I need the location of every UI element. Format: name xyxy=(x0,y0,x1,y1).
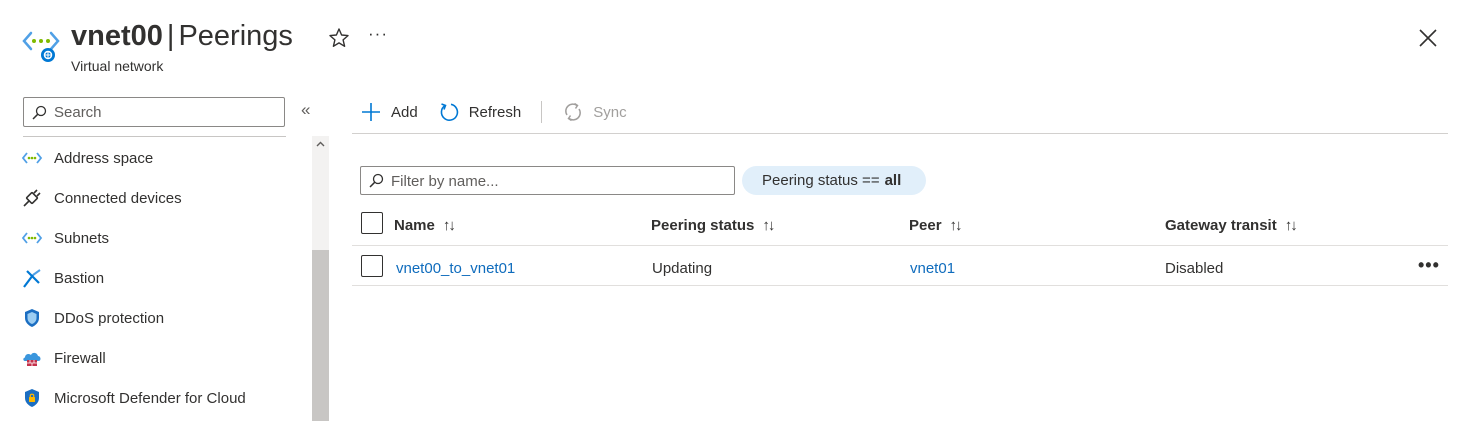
toolbar-divider xyxy=(352,133,1448,134)
search-icon xyxy=(32,105,47,120)
plug-icon xyxy=(20,186,44,210)
sidebar-item-subnets[interactable]: Subnets xyxy=(20,218,310,258)
resource-name: vnet00 xyxy=(71,20,163,52)
sidebar-item-label: Firewall xyxy=(54,349,106,367)
sidebar-item-label: Microsoft Defender for Cloud xyxy=(54,389,246,407)
peer-link[interactable]: vnet01 xyxy=(910,258,955,278)
sync-icon xyxy=(562,101,584,123)
sidebar-item-label: Address space xyxy=(54,149,154,167)
sort-icon: ↑↓ xyxy=(949,216,963,234)
sidebar-item-bastion[interactable]: Bastion xyxy=(20,258,310,298)
sidebar-item-label: Bastion xyxy=(54,269,105,287)
sync-label: Sync xyxy=(593,103,627,121)
firewall-icon xyxy=(20,346,44,370)
peering-status-cell: Updating xyxy=(652,259,713,277)
address-space-icon xyxy=(20,146,44,170)
page-title: vnet00 | Peerings xyxy=(71,18,293,54)
column-label: Peer xyxy=(909,216,942,234)
collapse-sidebar-button[interactable]: « xyxy=(301,100,310,120)
sidebar-item-label: DDoS protection xyxy=(54,309,165,327)
table-row-divider xyxy=(352,285,1448,286)
filter-input[interactable] xyxy=(391,171,721,191)
sort-icon: ↑↓ xyxy=(442,216,456,234)
scrollbar-thumb[interactable] xyxy=(312,250,329,421)
row-more-options-button[interactable]: ••• xyxy=(1418,255,1440,276)
sort-icon: ↑↓ xyxy=(1284,216,1298,234)
sidebar-item-label: Subnets xyxy=(54,229,110,247)
close-icon[interactable] xyxy=(1418,28,1438,48)
sidebar-item-ddos-protection[interactable]: DDoS protection xyxy=(20,298,310,338)
column-header-gateway-transit[interactable]: Gateway transit ↑↓ xyxy=(1165,214,1298,236)
more-options-button[interactable]: ··· xyxy=(368,24,388,44)
pill-key: Peering status == xyxy=(762,172,880,189)
sync-button[interactable]: Sync xyxy=(562,97,627,127)
title-separator: | xyxy=(166,20,175,52)
toolbar-separator xyxy=(541,101,543,123)
command-bar: Add Refresh Sync xyxy=(360,97,647,127)
table-header-divider xyxy=(352,245,1448,246)
select-all-checkbox[interactable] xyxy=(361,212,383,234)
sidebar-item-defender-for-cloud[interactable]: Microsoft Defender for Cloud xyxy=(20,378,310,418)
refresh-icon xyxy=(438,101,460,123)
plus-icon xyxy=(360,101,382,123)
page-name: Peerings xyxy=(178,20,293,52)
column-header-peer[interactable]: Peer ↑↓ xyxy=(909,214,963,236)
search-icon xyxy=(369,173,384,188)
defender-icon xyxy=(20,386,44,410)
refresh-label: Refresh xyxy=(468,103,522,121)
sidebar-menu: Address space Connected devices Subnets xyxy=(20,138,310,418)
column-label: Name xyxy=(394,216,435,234)
bastion-icon xyxy=(20,266,44,290)
sidebar-item-address-space[interactable]: Address space xyxy=(20,138,310,178)
sidebar-item-firewall[interactable]: Firewall xyxy=(20,338,310,378)
add-button[interactable]: Add xyxy=(360,97,418,127)
peering-status-filter-pill[interactable]: Peering status == all xyxy=(742,166,927,195)
add-label: Add xyxy=(391,103,418,121)
sidebar-search-input[interactable] xyxy=(54,102,274,122)
shield-icon xyxy=(20,306,44,330)
refresh-button[interactable]: Refresh xyxy=(438,97,522,127)
sidebar-search[interactable] xyxy=(23,97,285,127)
sidebar-divider xyxy=(23,136,286,137)
pill-value: all xyxy=(884,172,902,189)
gateway-transit-cell: Disabled xyxy=(1165,259,1224,277)
resource-type-subtitle: Virtual network xyxy=(71,58,164,74)
row-checkbox[interactable] xyxy=(361,255,383,277)
filter-by-name[interactable] xyxy=(360,166,735,195)
sort-icon: ↑↓ xyxy=(762,216,775,234)
scroll-up-icon[interactable] xyxy=(312,136,329,153)
column-header-name[interactable]: Name ↑↓ xyxy=(394,214,456,236)
column-label: Peering status xyxy=(651,216,755,234)
favorite-star-icon[interactable] xyxy=(328,27,350,49)
column-label: Gateway transit xyxy=(1165,216,1277,234)
sidebar-item-label: Connected devices xyxy=(54,189,182,207)
column-header-peering-status[interactable]: Peering status ↑↓ xyxy=(651,214,775,236)
subnet-icon xyxy=(20,226,44,250)
sidebar-item-connected-devices[interactable]: Connected devices xyxy=(20,178,310,218)
virtual-network-icon xyxy=(22,31,60,62)
peering-name-link[interactable]: vnet00_to_vnet01 xyxy=(396,258,515,278)
